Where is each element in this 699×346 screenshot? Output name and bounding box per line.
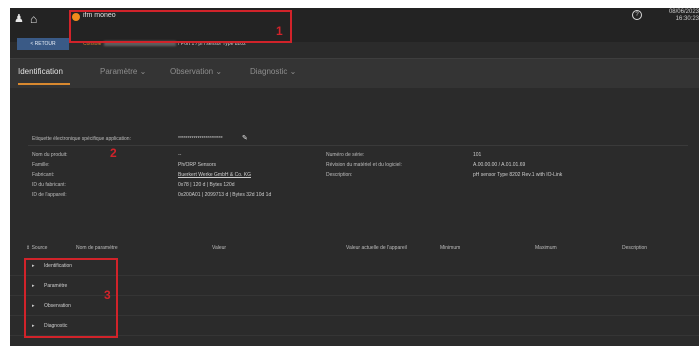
annotation-number-3: 3 — [104, 288, 111, 302]
back-button[interactable]: < RETOUR — [17, 38, 69, 50]
app-tag-value: *********************** — [178, 136, 223, 142]
device-id-label: ID de l'appareil: — [32, 192, 67, 198]
home-icon[interactable]: ⌂ — [30, 13, 37, 25]
description-value: pH sensor Type 8202 Rev.1 with IO-Link — [473, 172, 563, 178]
revision-value: A.00.00.00 / A.01.01.69 — [473, 162, 526, 168]
revision-label: Révision du matériel et du logiciel: — [326, 162, 402, 168]
family-label: Famille: — [32, 162, 50, 168]
active-tab-indicator — [18, 83, 70, 85]
col-maximum[interactable]: Maximum — [535, 245, 557, 251]
edit-pencil-icon[interactable]: ✎ — [242, 134, 248, 142]
annotation-box-1 — [69, 10, 292, 43]
divider — [28, 145, 688, 146]
col-parameter-name[interactable]: Nom de paramètre — [76, 245, 118, 251]
tab-bar: Identification Paramètre ⌄ Observation ⌄… — [10, 58, 699, 88]
tab-parametre[interactable]: Paramètre ⌄ — [100, 67, 146, 76]
col-minimum[interactable]: Minimum — [440, 245, 460, 251]
tab-identification[interactable]: Identification — [18, 67, 63, 76]
user-icon[interactable]: ♟ — [14, 14, 24, 25]
manufacturer-id-value: 0x78 | 120 d | Bytes 120d — [178, 182, 235, 188]
manufacturer-link[interactable]: Buerkert Werke GmbH & Co. KG — [178, 172, 251, 178]
clock-date: 08/06/2023 — [668, 9, 699, 15]
clock: 08/06/2023 16:30:23 — [654, 9, 699, 23]
help-icon[interactable]: ? — [632, 10, 642, 20]
tab-observation[interactable]: Observation ⌄ — [170, 67, 222, 76]
serial-number-label: Numéro de série: — [326, 152, 365, 158]
manufacturer-label: Fabricant: — [32, 172, 55, 178]
tab-diagnostic[interactable]: Diagnostic ⌄ — [250, 67, 296, 76]
col-current-value[interactable]: Valeur actuelle de l'appareil — [346, 245, 407, 251]
serial-number-value: 101 — [473, 152, 482, 158]
table-header: ⇕ Source Nom de paramètre Valeur Valeur … — [10, 242, 699, 256]
clock-time: 16:30:23 — [675, 16, 699, 22]
device-id-value: 0x200A01 | 2099713 d | Bytes 32d 10d 1d — [178, 192, 272, 198]
annotation-number-1: 1 — [276, 24, 283, 38]
col-description[interactable]: Description — [622, 245, 647, 251]
manufacturer-id-label: ID du fabricant: — [32, 182, 66, 188]
product-name-value: -- — [178, 152, 182, 158]
col-value[interactable]: Valeur — [212, 245, 226, 251]
app-tag-label: Etiquette électronique spécifique applic… — [32, 136, 131, 142]
family-value: Ph/ORP Sensors — [178, 162, 216, 168]
app-window: ♟ ⌂ ifm moneo ? 08/06/2023 16:30:23 < RE… — [10, 8, 699, 346]
product-name-label: Nom du produit: — [32, 152, 68, 158]
annotation-number-2: 2 — [110, 146, 117, 160]
identification-panel: Etiquette électronique spécifique applic… — [10, 88, 699, 236]
description-label: Description: — [326, 172, 353, 178]
col-source[interactable]: ⇕ Source — [26, 245, 47, 251]
